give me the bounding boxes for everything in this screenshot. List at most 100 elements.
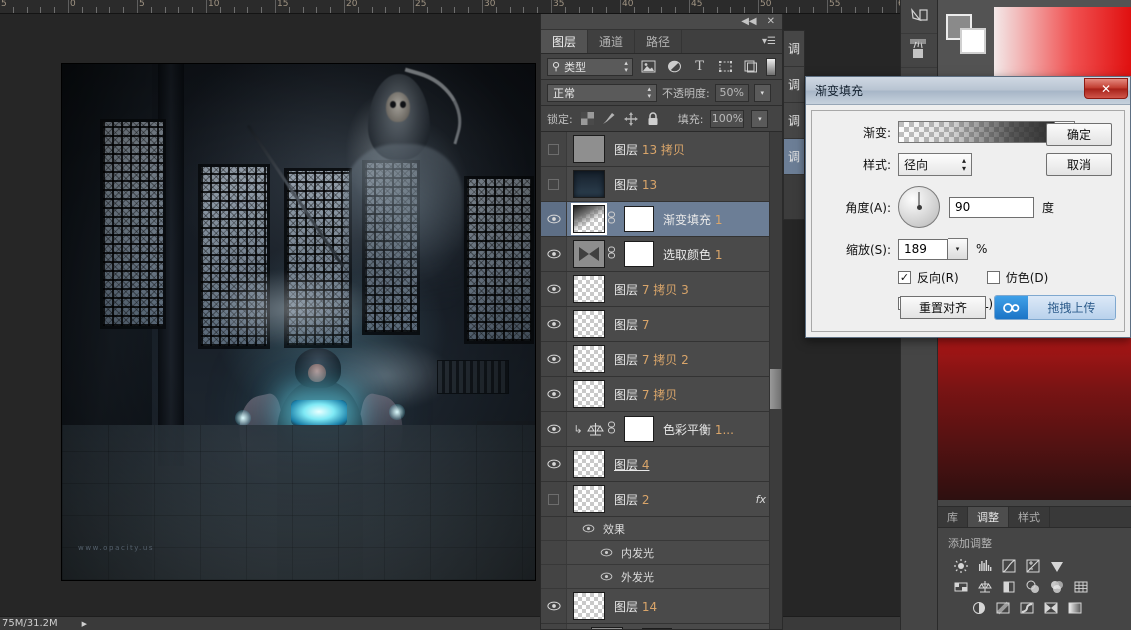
filter-kind-select[interactable]: ⚲ 类型 ▴ ▾ <box>547 57 633 76</box>
tab-library[interactable]: 库 <box>938 507 968 527</box>
table-row[interactable]: 图层 2 fx <box>541 482 782 517</box>
layer-visibility-toggle[interactable] <box>541 237 567 271</box>
layer-thumbnail[interactable] <box>573 310 605 338</box>
opacity-dropdown-icon[interactable]: ▾ <box>753 83 771 102</box>
layer-thumbnail[interactable] <box>585 421 605 438</box>
posterize-icon[interactable] <box>994 599 1011 616</box>
drag-upload-widget[interactable]: 拖拽上传 <box>994 295 1116 320</box>
layer-thumbnail[interactable] <box>573 485 605 513</box>
table-row[interactable]: 图层 14 <box>541 589 782 624</box>
layer-name[interactable]: 图层 14 <box>614 598 657 615</box>
ok-button[interactable]: 确定 <box>1046 123 1112 146</box>
black-white-icon[interactable] <box>1000 578 1017 595</box>
tab-adjustments[interactable]: 调整 <box>968 507 1009 527</box>
reverse-checkbox[interactable]: ✓ <box>898 271 911 284</box>
effects-visibility-toggle[interactable] <box>541 517 567 540</box>
dialog-titlebar[interactable]: 渐变填充 ✕ <box>806 77 1130 105</box>
layer-mask-thumbnail[interactable] <box>624 206 654 232</box>
lock-row[interactable]: 锁定: 填充: 100% ▾ <box>541 106 782 132</box>
scale-input[interactable]: 189 <box>898 238 948 260</box>
layer-name[interactable]: 渐变填充 1 <box>663 211 722 228</box>
levels-icon[interactable] <box>976 557 993 574</box>
layer-name[interactable]: 图层 13 拷贝 <box>614 141 685 158</box>
angle-input[interactable]: 90 <box>949 196 1034 218</box>
brush-lock-icon[interactable] <box>602 111 617 126</box>
effects-eye[interactable] <box>581 524 595 533</box>
table-row[interactable]: 渐变填充 1 <box>541 202 782 237</box>
obscured-panel-item[interactable]: 调 <box>784 31 804 67</box>
panel-tabs[interactable]: 图层 通道 路径 ▾☰ <box>541 30 782 54</box>
dither-checkbox[interactable] <box>986 271 1000 284</box>
obscured-panel-item[interactable]: 调 <box>784 139 804 175</box>
table-row[interactable]: 图层 13 拷贝 <box>541 132 782 167</box>
adjustments-row-3[interactable] <box>938 597 1131 618</box>
blend-mode-select[interactable]: 正常 ▴ ▾ <box>547 83 657 102</box>
threshold-icon[interactable] <box>1018 599 1035 616</box>
status-menu-arrow[interactable]: ▶ <box>82 620 87 628</box>
layer-mask-thumbnail[interactable] <box>624 416 654 442</box>
scrollbar-thumb[interactable] <box>770 369 781 409</box>
adjustments-row-2[interactable] <box>938 576 1131 597</box>
channel-mixer-icon[interactable] <box>1048 578 1065 595</box>
layer-visibility-toggle[interactable] <box>541 377 567 411</box>
table-row[interactable]: 图层 7 拷贝 2 <box>541 342 782 377</box>
image-filter-icon[interactable] <box>639 58 658 76</box>
selective-color-icon[interactable] <box>1042 599 1059 616</box>
layer-name[interactable]: 图层 7 拷贝 <box>614 386 677 403</box>
layer-name[interactable]: 图层 7 拷贝 2 <box>614 351 689 368</box>
gradient-fill-dialog[interactable]: 渐变填充 ✕ 确定 取消 渐变: ▾ 样式: 径向 ▴▾ 角度(A): 90 度 <box>805 76 1131 338</box>
mask-link-icon[interactable] <box>605 246 618 262</box>
mask-link-icon[interactable] <box>605 211 618 227</box>
fill-value[interactable]: 100% <box>710 109 745 128</box>
table-row[interactable]: 图层 7 拷贝 3 <box>541 272 782 307</box>
obscured-panel-item[interactable]: 调 <box>784 103 804 139</box>
tab-channels[interactable]: 通道 <box>588 30 636 53</box>
layer-filter-row[interactable]: ⚲ 类型 ▴ ▾ T <box>541 54 782 80</box>
adjustments-row-1[interactable] <box>938 555 1131 576</box>
layer-visibility-toggle[interactable] <box>541 447 567 481</box>
exposure-icon[interactable] <box>1024 557 1041 574</box>
layer-thumbnail[interactable] <box>591 627 623 629</box>
fill-dropdown-icon[interactable]: ▾ <box>751 109 769 128</box>
scale-dropdown-icon[interactable]: ▾ <box>948 238 968 260</box>
adjustment-filter-icon[interactable] <box>664 58 683 76</box>
tab-layers[interactable]: 图层 <box>541 30 589 53</box>
color-balance-icon[interactable] <box>976 578 993 595</box>
mask-link-icon[interactable] <box>605 421 618 437</box>
transparency-lock-icon[interactable] <box>580 111 595 126</box>
panel-menu-icon[interactable]: ▾☰ <box>762 36 776 47</box>
hue-saturation-icon[interactable] <box>952 578 969 595</box>
hidden-eye-box[interactable] <box>548 493 559 505</box>
layer-name[interactable]: 图层 13 <box>614 176 657 193</box>
smartobject-filter-icon[interactable] <box>741 58 760 76</box>
table-row[interactable]: 图层 7 拷贝 <box>541 377 782 412</box>
effect-visibility-toggle[interactable] <box>541 541 567 564</box>
table-row[interactable]: ↳ 色彩平衡 1... <box>541 412 782 447</box>
table-row[interactable]: 图层 13 <box>541 167 782 202</box>
collapse-icon[interactable]: ◀◀ <box>741 16 756 27</box>
table-row[interactable]: 图层 7 <box>541 307 782 342</box>
style-select[interactable]: 径向 ▴ ▾ <box>898 153 972 176</box>
effect-eye[interactable] <box>599 572 613 581</box>
layer-name[interactable]: 图层 7 <box>614 316 649 333</box>
chevron-updown-icon[interactable]: ▴ ▾ <box>624 59 628 74</box>
adjustments-tabs[interactable]: 库 调整 样式 <box>938 507 1131 528</box>
layer-visibility-toggle[interactable] <box>541 482 567 516</box>
close-icon[interactable]: ✕ <box>767 16 775 27</box>
layer-list[interactable]: 图层 13 拷贝 图层 13 渐变填充 1 选取颜色 1 图层 7 拷贝 3 图… <box>541 132 782 629</box>
layer-name[interactable]: 图层 7 拷贝 3 <box>614 281 689 298</box>
hidden-eye-box[interactable] <box>548 143 559 155</box>
layer-thumbnail[interactable] <box>573 450 605 478</box>
angle-dial[interactable] <box>898 186 940 228</box>
effect-visibility-toggle[interactable] <box>541 565 567 588</box>
layer-mask-thumbnail[interactable] <box>624 241 654 267</box>
blend-mode-row[interactable]: 正常 ▴ ▾ 不透明度: 50% ▾ <box>541 80 782 106</box>
panel-topbar[interactable]: ◀◀ ✕ <box>541 14 782 30</box>
layer-visibility-toggle[interactable] <box>541 307 567 341</box>
opacity-value[interactable]: 50% <box>714 83 749 102</box>
layer-thumbnail[interactable] <box>573 380 605 408</box>
effect-eye[interactable] <box>599 548 613 557</box>
table-row[interactable]: 图层 4 <box>541 447 782 482</box>
layer-effects-icon[interactable]: fx <box>756 493 766 506</box>
layer-visibility-toggle[interactable] <box>541 412 567 446</box>
